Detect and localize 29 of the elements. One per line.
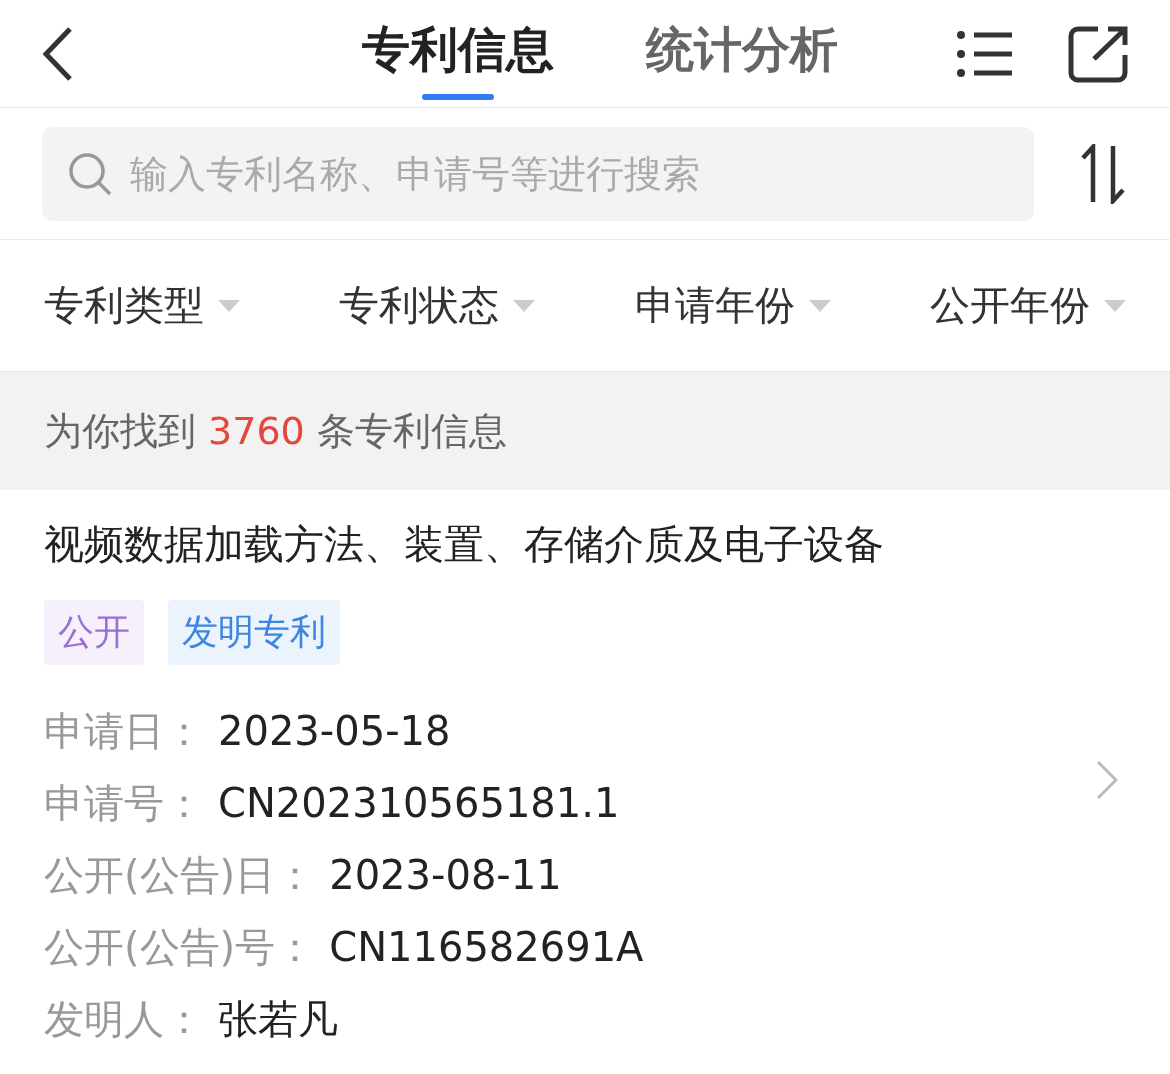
tab[interactable]: 专利信息	[362, 7, 554, 100]
caret-icon	[808, 299, 831, 312]
field-label: 发明人：	[44, 994, 204, 1044]
field-label: 申请号：	[44, 778, 204, 828]
result-count-text: 为你找到 3760 条专利信息	[44, 407, 507, 455]
field-label: 公开(公告)日：	[44, 850, 316, 900]
caret-icon	[1104, 299, 1126, 312]
caret-icon	[218, 299, 240, 312]
field-label: 公开(公告)号：	[44, 922, 316, 972]
caret-icon	[513, 299, 536, 312]
patent-tag: 发明专利	[168, 600, 340, 665]
patent-title[interactable]: 视频数据加载方法、装置、存储介质及电子设备	[44, 514, 1126, 574]
field-value: 张若凡	[218, 994, 338, 1044]
sort-icon[interactable]	[1078, 143, 1128, 204]
filter-dropdown[interactable]: 专利状态	[339, 278, 536, 333]
field-label: 申请日：	[44, 706, 204, 756]
search-field[interactable]: 输入专利名称、申请号等进行搜索	[42, 126, 1034, 221]
menu-icon[interactable]	[956, 28, 1012, 79]
field-value: 2023-08-11	[329, 852, 562, 898]
field-value: 2023-05-18	[218, 708, 451, 754]
share-icon[interactable]	[1068, 24, 1130, 83]
filter-dropdown[interactable]: 申请年份	[634, 278, 831, 333]
field-value: CN116582691A	[329, 924, 644, 970]
filter-dropdown[interactable]: 专利类型	[44, 278, 240, 333]
search-icon	[68, 151, 112, 196]
tab[interactable]: 统计分析	[646, 7, 838, 100]
filter-dropdown[interactable]: 公开年份	[930, 278, 1126, 333]
patent-tag: 公开	[44, 600, 144, 665]
field-value: CN202310565181.1	[218, 780, 620, 826]
